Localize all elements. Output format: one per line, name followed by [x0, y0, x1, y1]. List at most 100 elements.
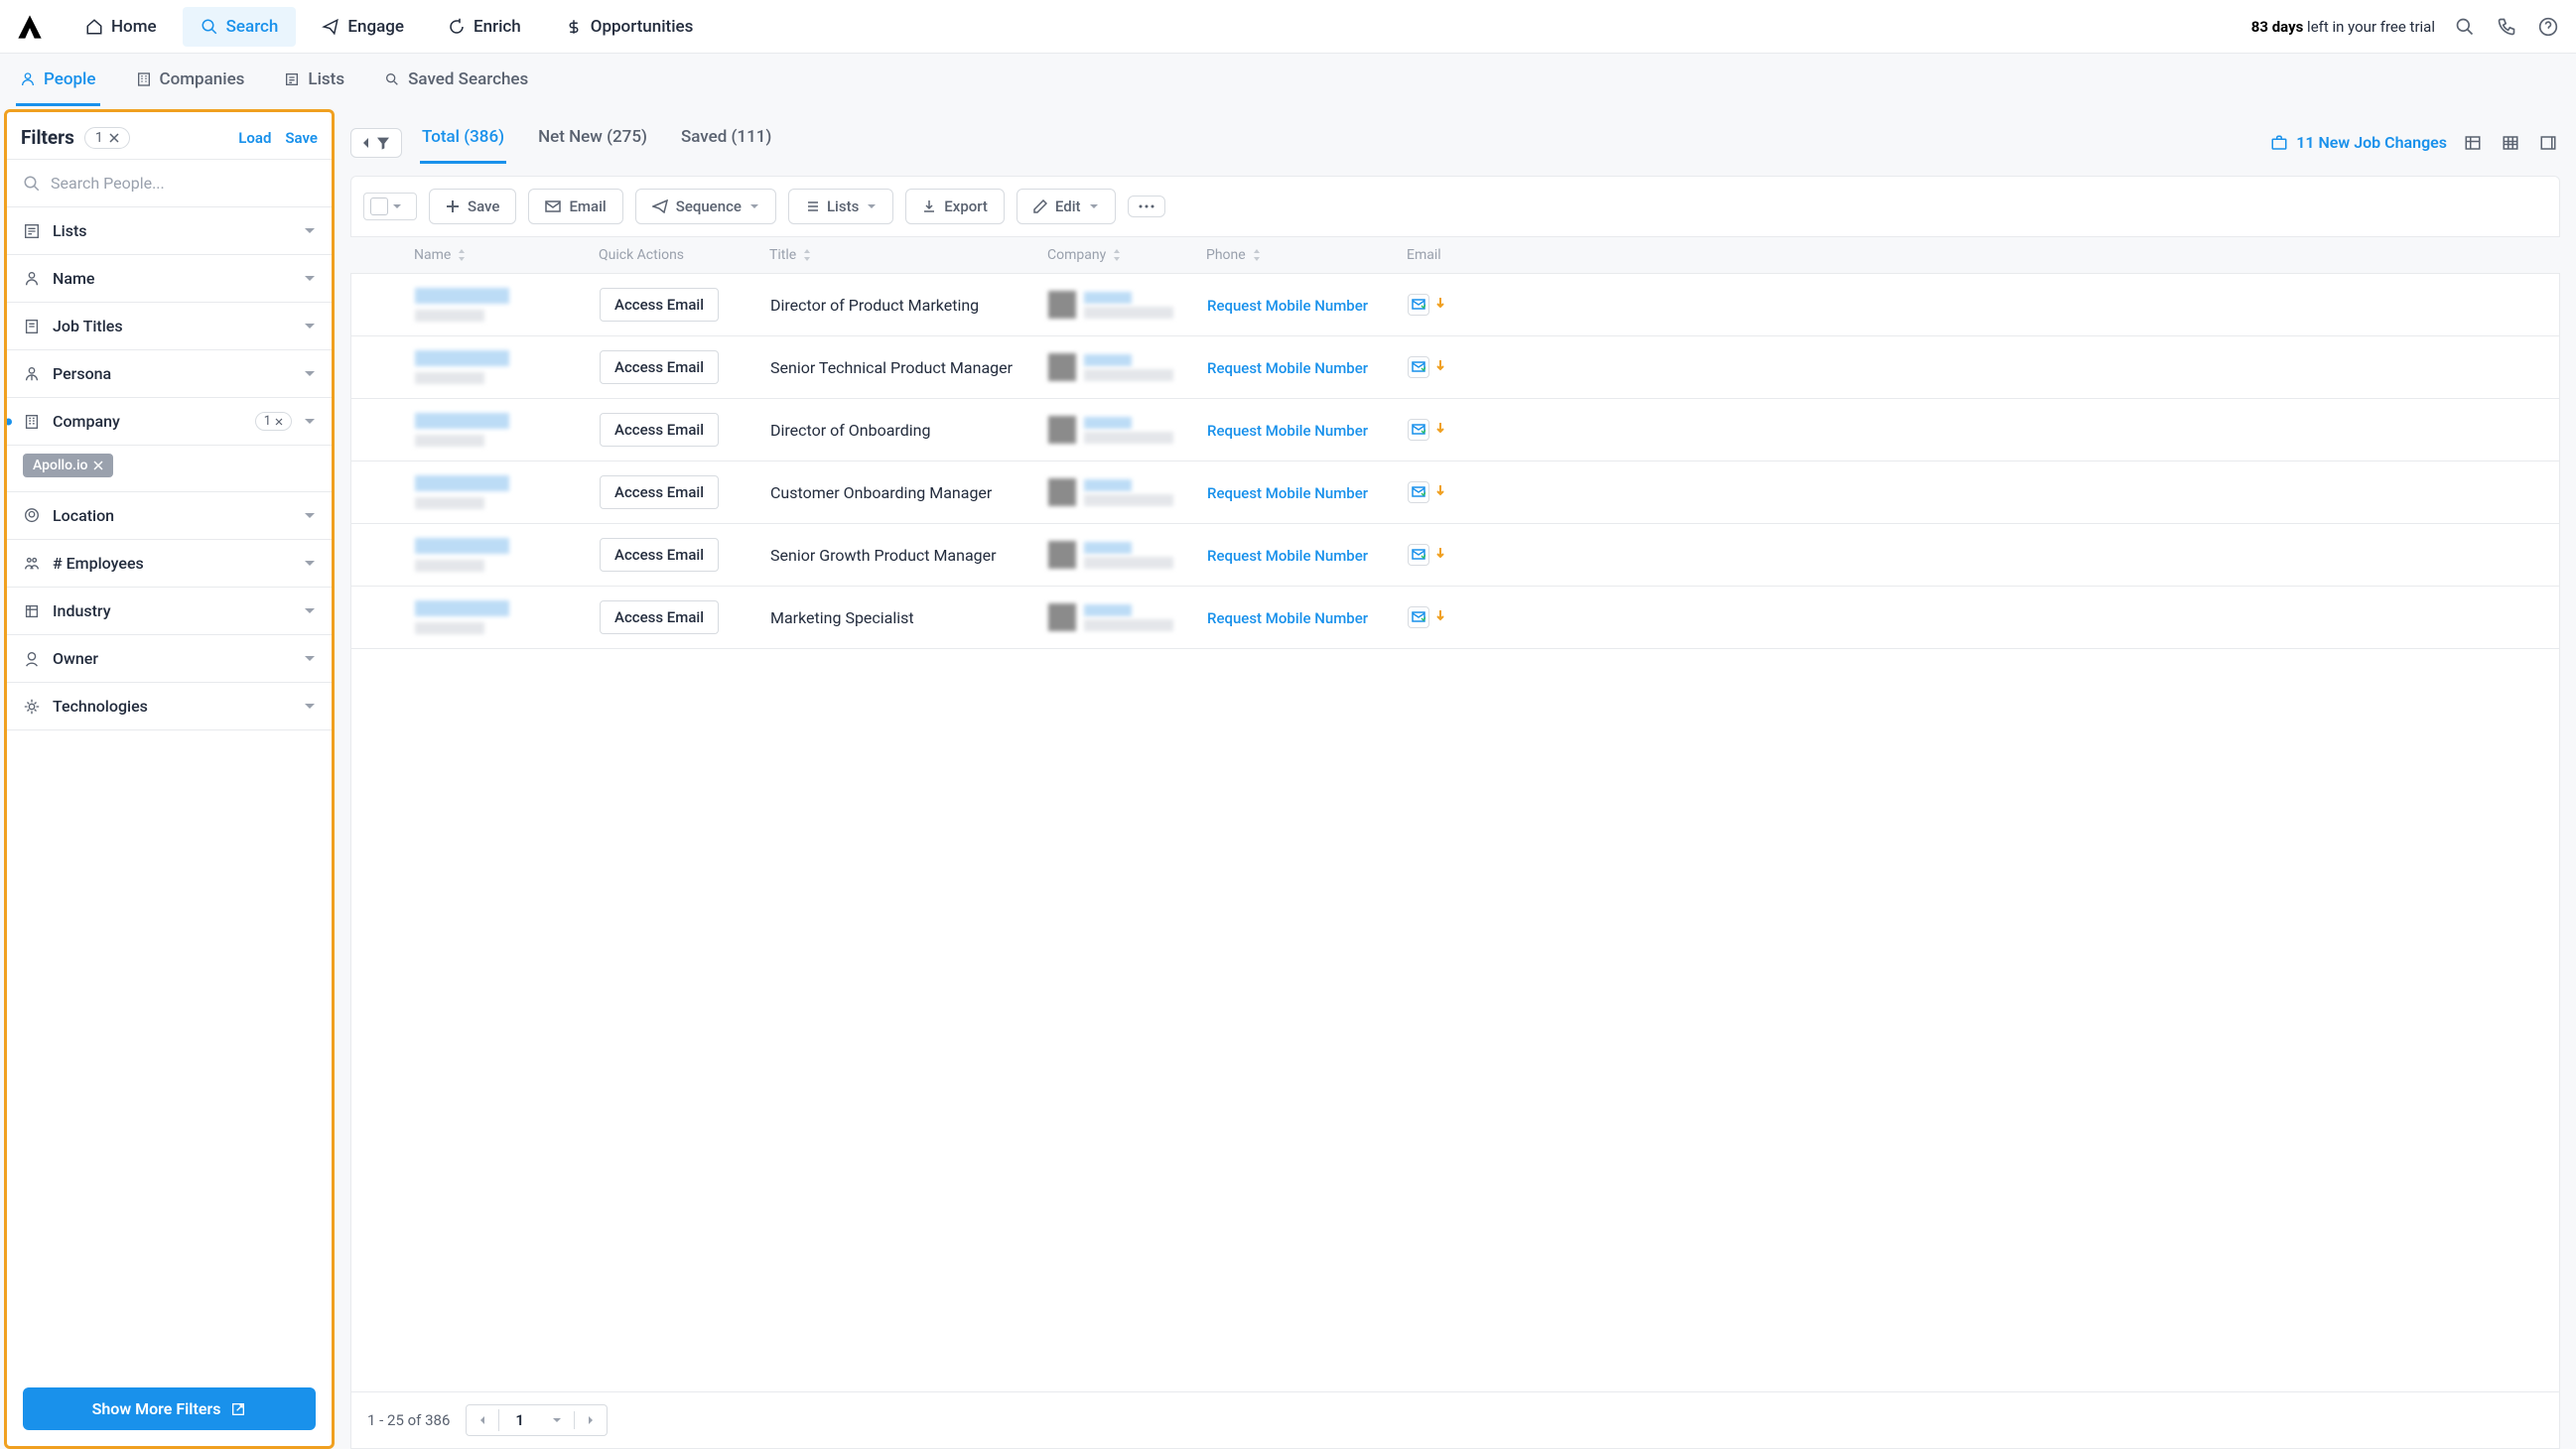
access-email-button[interactable]: Access Email — [600, 600, 719, 634]
access-email-button[interactable]: Access Email — [600, 475, 719, 509]
show-more-filters-button[interactable]: Show More Filters — [23, 1387, 316, 1430]
column-email[interactable]: Email — [1407, 247, 1441, 263]
filter-company[interactable]: Company1 — [7, 398, 332, 446]
company-logo-redacted — [1048, 603, 1076, 631]
send-icon — [652, 199, 668, 213]
verified-email-icon[interactable] — [1408, 606, 1429, 628]
filter-location[interactable]: Location — [7, 492, 332, 540]
access-email-button[interactable]: Access Email — [600, 350, 719, 384]
verified-email-icon[interactable] — [1408, 544, 1429, 566]
access-email-button[interactable]: Access Email — [600, 288, 719, 322]
company-cell[interactable] — [1048, 603, 1191, 631]
verified-email-icon[interactable] — [1408, 356, 1429, 378]
phone-icon[interactable] — [2495, 15, 2518, 39]
job-changes-link[interactable]: 11 New Job Changes — [2270, 133, 2447, 152]
nav-engage[interactable]: Engage — [304, 7, 422, 47]
access-email-button[interactable]: Access Email — [600, 413, 719, 447]
layout-list-icon[interactable] — [2461, 131, 2485, 155]
subnav-people[interactable]: People — [16, 56, 100, 106]
download-icon — [922, 199, 936, 213]
settings-icon[interactable] — [2536, 131, 2560, 155]
global-search-icon[interactable] — [2453, 15, 2477, 39]
sort-icon[interactable] — [1252, 249, 1262, 261]
download-email-icon[interactable] — [1435, 483, 1445, 502]
filters-count-badge[interactable]: 1 — [84, 127, 130, 149]
nav-opportunities[interactable]: Opportunities — [547, 7, 712, 47]
subnav-saved-searches[interactable]: Saved Searches — [380, 56, 532, 106]
email-button[interactable]: Email — [528, 189, 622, 224]
column-name[interactable]: Name — [414, 247, 451, 263]
sort-icon[interactable] — [1112, 249, 1122, 261]
load-filters-link[interactable]: Load — [238, 129, 271, 147]
download-email-icon[interactable] — [1435, 358, 1445, 377]
filter-persona[interactable]: Persona — [7, 350, 332, 398]
subnav-lists[interactable]: Lists — [280, 56, 348, 106]
filter-job-titles[interactable]: Job Titles — [7, 303, 332, 350]
request-mobile-link[interactable]: Request Mobile Number — [1207, 297, 1368, 315]
select-all-checkbox[interactable] — [370, 198, 388, 215]
column-company[interactable]: Company — [1047, 247, 1106, 263]
filter-count-badge[interactable]: 1 — [255, 412, 292, 431]
company-logo-redacted — [1048, 478, 1076, 506]
request-mobile-link[interactable]: Request Mobile Number — [1207, 547, 1368, 565]
pager-prev-button[interactable] — [467, 1409, 499, 1431]
edit-button[interactable]: Edit — [1017, 189, 1116, 224]
chevron-down-icon[interactable] — [392, 203, 402, 209]
request-mobile-link[interactable]: Request Mobile Number — [1207, 359, 1368, 377]
nav-search[interactable]: Search — [183, 7, 297, 47]
sort-icon[interactable] — [457, 249, 467, 261]
tab-net-new[interactable]: Net New (275) — [536, 121, 649, 164]
save-button[interactable]: Save — [429, 189, 516, 224]
column-title[interactable]: Title — [769, 247, 796, 263]
filter-owner[interactable]: Owner — [7, 635, 332, 683]
company-cell[interactable] — [1048, 541, 1191, 569]
filter-name[interactable]: Name — [7, 255, 332, 303]
verified-email-icon[interactable] — [1408, 294, 1429, 316]
filter-industry[interactable]: Industry — [7, 588, 332, 635]
request-mobile-link[interactable]: Request Mobile Number — [1207, 422, 1368, 440]
subnav-companies[interactable]: Companies — [132, 56, 249, 106]
sequence-button[interactable]: Sequence — [635, 189, 776, 224]
nav-enrich[interactable]: Enrich — [430, 7, 539, 47]
request-mobile-link[interactable]: Request Mobile Number — [1207, 609, 1368, 627]
layout-grid-icon[interactable] — [2499, 131, 2522, 155]
verified-email-icon[interactable] — [1408, 419, 1429, 441]
chevron-down-icon — [304, 607, 316, 615]
tab-saved[interactable]: Saved (111) — [679, 121, 773, 164]
filter-search-input[interactable] — [51, 174, 316, 193]
company-cell[interactable] — [1048, 478, 1191, 506]
filter-label: Industry — [53, 601, 304, 620]
download-email-icon[interactable] — [1435, 608, 1445, 627]
filter-label: Location — [53, 506, 304, 525]
download-email-icon[interactable] — [1435, 296, 1445, 315]
lists-button[interactable]: Lists — [788, 189, 893, 224]
more-actions-button[interactable] — [1128, 196, 1165, 217]
download-email-icon[interactable] — [1435, 546, 1445, 565]
export-button[interactable]: Export — [905, 189, 1005, 224]
chip-apollo-io[interactable]: Apollo.io — [23, 454, 113, 477]
help-icon[interactable] — [2536, 15, 2560, 39]
company-cell[interactable] — [1048, 291, 1191, 319]
verified-email-icon[interactable] — [1408, 481, 1429, 503]
filter--employees[interactable]: # Employees — [7, 540, 332, 588]
column-phone[interactable]: Phone — [1206, 247, 1246, 263]
filter-lists[interactable]: Lists — [7, 207, 332, 255]
access-email-button[interactable]: Access Email — [600, 538, 719, 572]
sort-icon[interactable] — [802, 249, 812, 261]
pager-dropdown-button[interactable] — [540, 1411, 575, 1429]
download-email-icon[interactable] — [1435, 421, 1445, 440]
briefcase-icon — [2270, 134, 2288, 152]
company-logo-redacted — [1048, 416, 1076, 444]
company-cell[interactable] — [1048, 416, 1191, 444]
save-filters-link[interactable]: Save — [285, 129, 318, 147]
nav-home[interactable]: Home — [68, 7, 175, 47]
filter-label: Company — [53, 412, 255, 431]
filter-technologies[interactable]: Technologies — [7, 683, 332, 730]
chevron-down-icon — [867, 203, 877, 209]
tab-total[interactable]: Total (386) — [420, 121, 506, 164]
collapse-filters-button[interactable] — [350, 128, 402, 158]
company-cell[interactable] — [1048, 353, 1191, 381]
request-mobile-link[interactable]: Request Mobile Number — [1207, 484, 1368, 502]
pencil-icon — [1033, 199, 1047, 213]
pager-next-button[interactable] — [575, 1409, 607, 1431]
